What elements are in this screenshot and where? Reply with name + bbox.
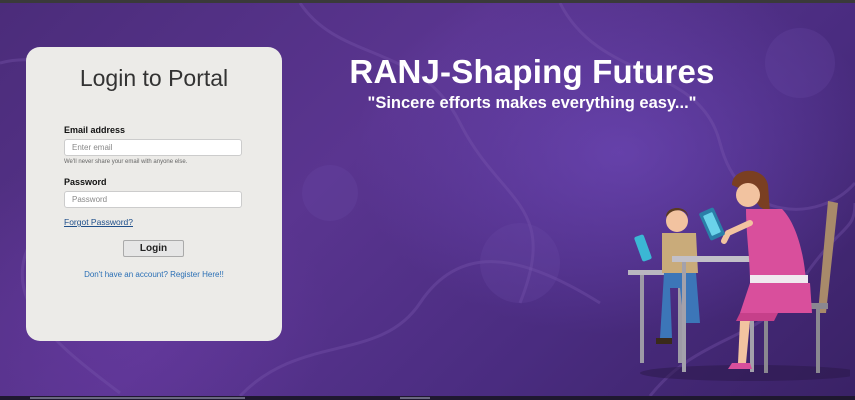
email-help-text: We'll never share your email with anyone…: [64, 159, 188, 165]
hero-background: Login to Portal Email address We'll neve…: [0, 3, 855, 396]
window-bottom-strip: [0, 396, 855, 400]
login-button[interactable]: Login: [123, 240, 184, 257]
register-link[interactable]: Don't have an account? Register Here!!: [26, 270, 282, 279]
email-label: Email address: [64, 125, 126, 135]
password-label: Password: [64, 177, 107, 187]
students-with-tablets-illustration: [628, 170, 850, 381]
login-title: Login to Portal: [79, 65, 229, 91]
hero-tagline: "Sincere efforts makes everything easy..…: [367, 94, 697, 112]
login-card: Login to Portal Email address We'll neve…: [26, 47, 282, 341]
forgot-password-link[interactable]: Forgot Password?: [64, 217, 133, 227]
password-input[interactable]: [64, 191, 242, 208]
hero-title: RANJ-Shaping Futures: [349, 53, 715, 90]
email-input[interactable]: [64, 139, 242, 156]
